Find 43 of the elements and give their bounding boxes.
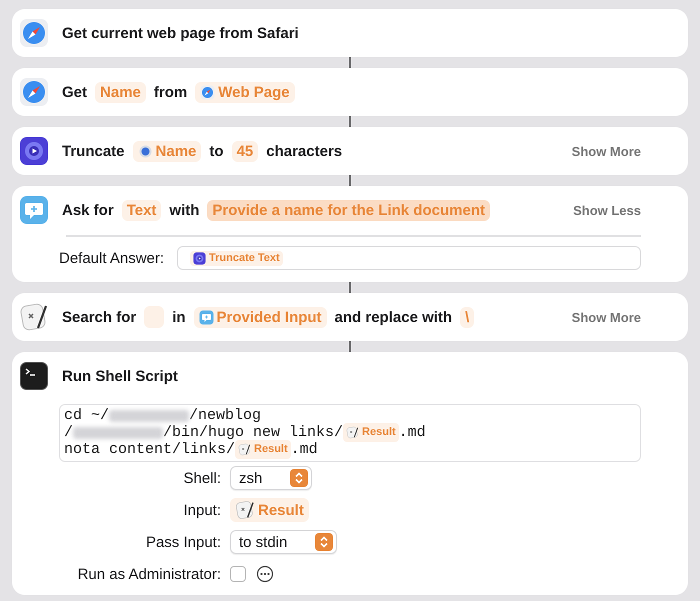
action-text: Ask for (62, 202, 114, 218)
variable-token[interactable]: Result (343, 423, 399, 442)
popup-select[interactable]: to stdin (230, 530, 338, 554)
action-text: characters (266, 142, 342, 160)
code-text: / (64, 424, 74, 441)
script-editor[interactable]: cd ~/ /newblog / /bin/hugo new links/ Result .md nota content/links/ Result .md (59, 404, 641, 462)
variable-token[interactable]: Result (235, 440, 291, 459)
parameter-token[interactable]: Provided Input (194, 306, 327, 328)
action-text: Get (62, 84, 88, 100)
option-label: Shell: (182, 470, 221, 486)
parameter-token[interactable]: Provide a name for the Link document (207, 200, 490, 220)
parameter-token[interactable]: Web Page (195, 82, 295, 102)
code-text: /bin/hugo new links/ (163, 424, 344, 441)
variable-token[interactable]: Truncate Text (190, 250, 283, 266)
parameter-token[interactable]: 45 (232, 140, 258, 162)
option-label: Pass Input: (144, 534, 221, 550)
action-text: Get current web page from Safari (62, 24, 299, 42)
popup-select[interactable]: zsh (230, 466, 312, 490)
option-label: Input: (182, 502, 221, 518)
parameter-token[interactable]: Name (132, 140, 202, 162)
action-text: Search for (62, 308, 136, 326)
show-toggle[interactable]: Show More (572, 144, 641, 158)
action-text: from (154, 84, 188, 100)
action-text: Run Shell Script (62, 368, 178, 384)
action-text: Truncate (62, 142, 125, 160)
show-toggle[interactable]: Show Less (573, 202, 641, 218)
code-text: /newblog (189, 407, 262, 424)
parameter-token[interactable]: Text (122, 200, 162, 220)
field-label: Default Answer: (59, 250, 166, 266)
action-text: to (209, 142, 224, 160)
option-label: Run as Administrator: (76, 566, 221, 582)
action-text: and replace with (334, 308, 452, 326)
show-toggle[interactable]: Show More (572, 310, 641, 324)
action-text: in (172, 308, 186, 326)
code-text: .md (398, 424, 426, 441)
action-text: with (169, 202, 200, 218)
parameter-token[interactable]: Name (95, 82, 146, 102)
code-text: cd ~/ (64, 407, 110, 424)
code-text: .md (290, 441, 318, 458)
variable-token[interactable]: Result (230, 498, 309, 522)
default-answer-field[interactable]: Truncate Text (177, 246, 641, 270)
parameter-token[interactable]: \ (460, 306, 474, 328)
code-text: nota content/links/ (64, 441, 236, 458)
